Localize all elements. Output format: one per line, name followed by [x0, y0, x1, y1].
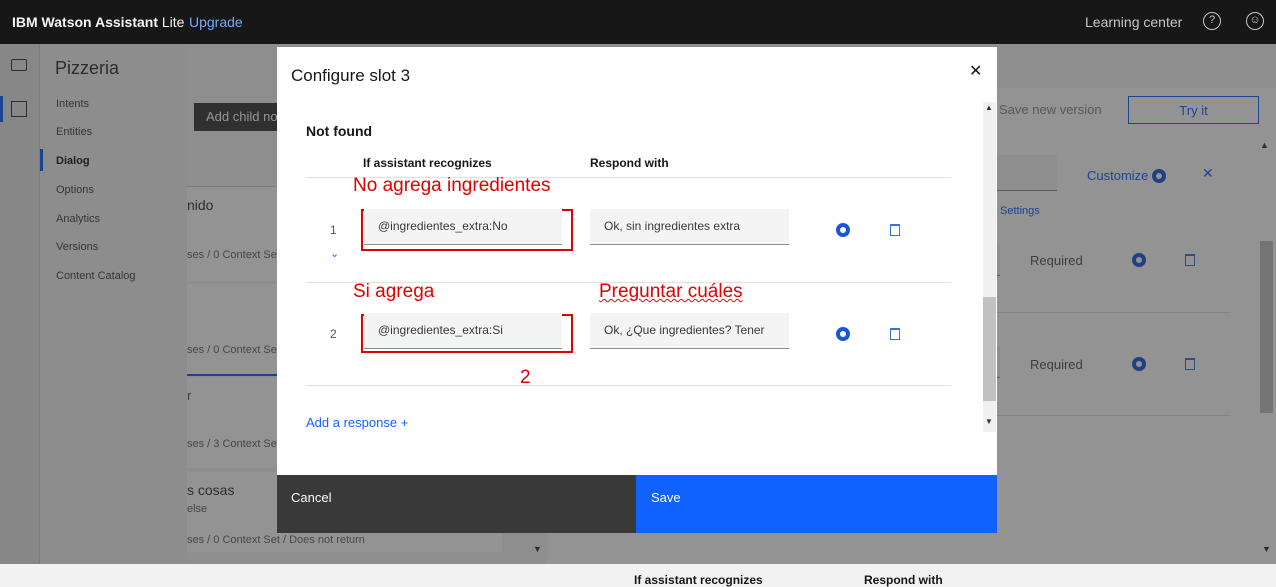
save-button[interactable]: Save	[636, 475, 997, 533]
expand-chevron-icon[interactable]: ⌄	[330, 247, 339, 260]
close-icon[interactable]: ✕	[969, 61, 982, 81]
app-title: IBM Watson Assistant Lite	[12, 14, 185, 30]
response-settings-gear-icon[interactable]	[836, 223, 850, 237]
add-response-link[interactable]: Add a response +	[306, 415, 408, 430]
modal-title: Configure slot 3	[291, 66, 411, 85]
column-header-recognizes: If assistant recognizes	[363, 156, 492, 170]
annotation-no-agrega: No agrega ingredientes	[353, 175, 551, 196]
scroll-down-icon[interactable]: ▼	[985, 417, 993, 426]
upgrade-link[interactable]: Upgrade	[189, 14, 243, 30]
divider	[306, 385, 951, 386]
response-delete-icon[interactable]	[890, 328, 900, 340]
section-title: Not found	[306, 123, 373, 139]
column-header: If assistant recognizes	[634, 573, 763, 587]
column-header: Respond with	[864, 573, 943, 587]
response-field[interactable]: Ok, ¿Que ingredientes? Tener	[590, 313, 789, 349]
annotation-preguntar: Preguntar cuáles	[599, 281, 743, 302]
annotation-si-agrega: Si agrega	[353, 281, 435, 302]
top-bar: IBM Watson Assistant Lite Upgrade Learni…	[0, 0, 1276, 44]
configure-slot-modal: Configure slot 3 ✕ Not found If assistan…	[277, 47, 997, 533]
help-icon[interactable]: ?	[1203, 12, 1221, 30]
condition-field[interactable]: @ingredientes_extra:No	[364, 209, 562, 245]
plus-icon: +	[400, 415, 409, 430]
condition-field[interactable]: @ingredientes_extra:Si	[364, 313, 562, 349]
response-delete-icon[interactable]	[890, 224, 900, 236]
scrollbar-thumb[interactable]	[983, 297, 996, 401]
row-number: 2	[330, 327, 337, 341]
cancel-button[interactable]: Cancel	[277, 475, 636, 533]
response-field[interactable]: Ok, sin ingredientes extra	[590, 209, 789, 245]
user-icon[interactable]: ☺	[1246, 12, 1264, 30]
response-settings-gear-icon[interactable]	[836, 327, 850, 341]
row-number: 1	[330, 223, 337, 237]
column-header-respond: Respond with	[590, 156, 669, 170]
learning-center-link[interactable]: Learning center	[1085, 14, 1182, 30]
scroll-up-icon[interactable]: ▲	[985, 103, 993, 112]
